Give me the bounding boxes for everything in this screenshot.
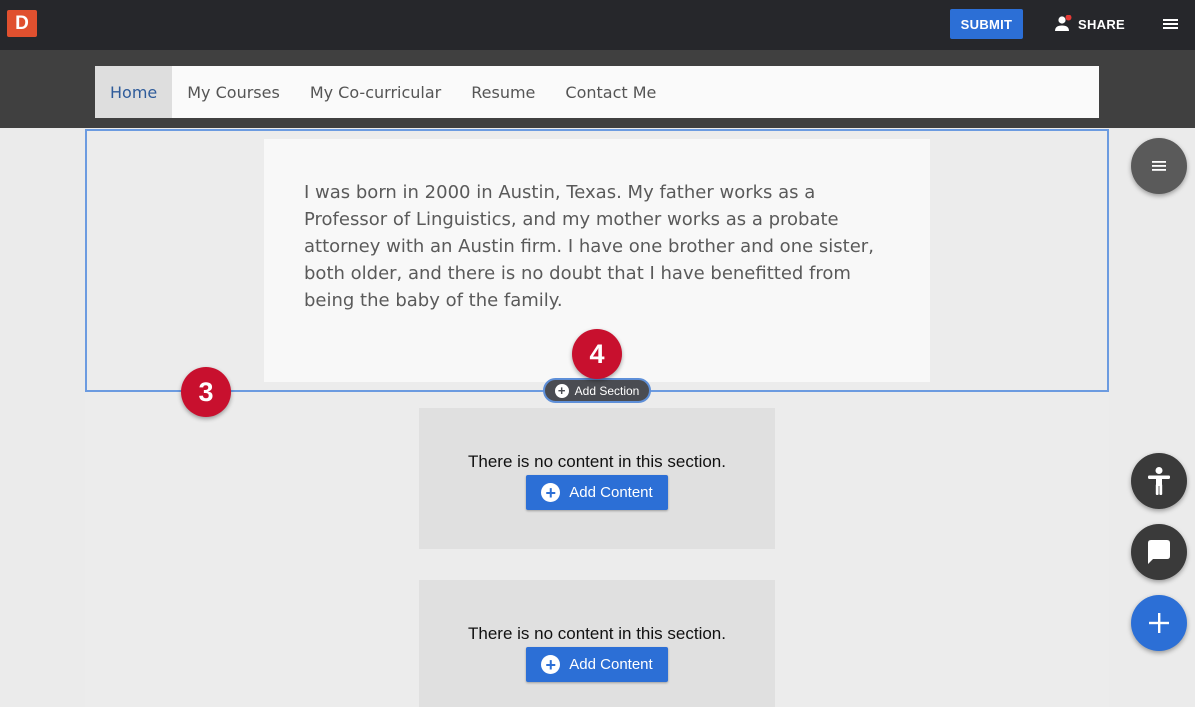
empty-section: There is no content in this section. + A… <box>419 580 775 707</box>
add-section-button[interactable]: + Add Section <box>543 378 651 403</box>
nav-item-contact-me[interactable]: Contact Me <box>550 66 671 118</box>
plus-circle-icon: + <box>541 483 561 502</box>
annotation-badge-3: 3 <box>181 367 231 417</box>
list-menu-icon <box>1152 161 1166 171</box>
nav-item-my-co-curricular[interactable]: My Co-curricular <box>295 66 456 118</box>
empty-section-message: There is no content in this section. <box>468 624 726 643</box>
empty-section: There is no content in this section. + A… <box>419 408 775 549</box>
nav-item-my-courses[interactable]: My Courses <box>172 66 295 118</box>
chat-button[interactable] <box>1131 524 1187 580</box>
share-button[interactable]: SHARE <box>1054 12 1125 36</box>
add-content-button[interactable]: + Add Content <box>526 647 668 682</box>
accessibility-button[interactable] <box>1131 453 1187 509</box>
site-navigation: Home My Courses My Co-curricular Resume … <box>95 66 1099 118</box>
empty-section-message: There is no content in this section. <box>468 452 726 471</box>
bio-paragraph: I was born in 2000 in Austin, Texas. My … <box>304 182 874 311</box>
app-logo[interactable]: D <box>7 10 37 37</box>
accessibility-icon <box>1148 467 1170 495</box>
nav-band: Home My Courses My Co-curricular Resume … <box>0 50 1195 128</box>
hamburger-menu-icon[interactable] <box>1161 15 1181 33</box>
plus-circle-icon: + <box>554 383 569 398</box>
nav-item-resume[interactable]: Resume <box>456 66 550 118</box>
top-bar: D SUBMIT SHARE <box>0 0 1195 50</box>
share-label: SHARE <box>1078 16 1126 32</box>
user-icon <box>1055 15 1072 31</box>
chat-icon <box>1148 540 1170 564</box>
section-menu-button[interactable] <box>1131 138 1187 194</box>
nav-item-home[interactable]: Home <box>95 66 173 118</box>
add-content-button[interactable]: + Add Content <box>526 475 668 510</box>
notification-dot <box>1065 15 1072 21</box>
plus-icon <box>1149 613 1169 633</box>
submit-button[interactable]: SUBMIT <box>950 9 1023 39</box>
add-section-label: Add Section <box>574 383 640 398</box>
add-button[interactable] <box>1131 595 1187 651</box>
plus-circle-icon: + <box>541 655 561 674</box>
add-content-label: Add Content <box>569 656 653 673</box>
annotation-badge-4: 4 <box>572 329 622 379</box>
add-content-label: Add Content <box>569 484 653 501</box>
